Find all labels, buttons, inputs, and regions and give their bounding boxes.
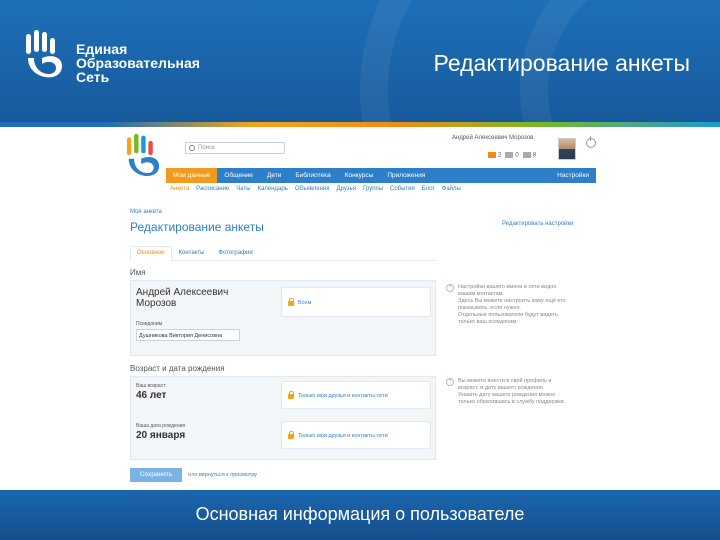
birth-label: Ваша дата рождения: [136, 423, 186, 429]
tab-contacts[interactable]: Контакты: [172, 246, 212, 260]
lock-icon: [288, 431, 294, 439]
hand-logo-icon[interactable]: [120, 132, 166, 182]
cancel-prefix: или: [188, 472, 198, 478]
footer-caption: Основная информация о пользователе: [195, 504, 525, 524]
pseudonym-input[interactable]: Душникова Виктория Денисовна: [136, 329, 240, 341]
question-icon: ?: [446, 284, 454, 292]
cancel-text: или вернуться к просмотру: [188, 472, 257, 478]
edit-settings-link[interactable]: Редактировать настройки: [502, 221, 574, 227]
subnav-calendar[interactable]: Календарь: [258, 186, 288, 192]
name-privacy-select[interactable]: Всем: [298, 300, 311, 306]
logo-line: Сеть: [76, 69, 110, 85]
lock-icon: [288, 298, 294, 306]
app-screenshot: Поиск Андрей Алексеевич Морозов 2 0 8 Мо…: [118, 128, 602, 490]
profile-tabs: Основное Контакты Фотографии: [130, 246, 436, 261]
search-placeholder: Поиск: [198, 145, 215, 151]
help-age: ? Вы можете внести в свой профиль и возр…: [446, 378, 586, 406]
friends-counter[interactable]: 0: [505, 152, 519, 159]
help-text: Настройки вашего имени в сети видно: [458, 284, 557, 290]
subnav-files[interactable]: Файлы: [442, 186, 461, 192]
name-panel: Андрей Алексеевич Морозов Псевдоним Душн…: [130, 280, 436, 356]
hand-logo-icon: [26, 30, 62, 78]
envelope-icon: [488, 152, 496, 158]
nav-communication[interactable]: Общение: [217, 168, 260, 183]
counter-value: 0: [515, 152, 519, 159]
counter-value: 2: [498, 152, 502, 159]
logo-line: Образовательная: [76, 55, 200, 71]
age-value: 46 лет: [136, 390, 167, 401]
nav-settings[interactable]: Настройки: [550, 168, 596, 183]
help-text: только обратившись в службу поддержки.: [458, 399, 566, 405]
full-name-line: Морозов: [136, 298, 177, 309]
birth-privacy-box: Только мои друзья и контакты сети: [281, 421, 431, 449]
subnav-profile[interactable]: Анкета: [170, 186, 189, 192]
name-privacy-box: Всем: [281, 287, 431, 317]
power-icon[interactable]: [586, 136, 596, 148]
counter-value: 8: [532, 152, 537, 159]
help-text: Здесь Вы можете настроить кому ещё его: [458, 298, 566, 304]
age-privacy-box: Только мои друзья и контакты сети: [281, 381, 431, 409]
nav-my-data[interactable]: Мои данные: [166, 168, 218, 183]
birth-value: 20 января: [136, 430, 186, 441]
help-text: показывать, если нужно.: [458, 305, 522, 311]
age-panel: Ваш возраст 46 лет Только мои друзья и к…: [130, 376, 436, 460]
subnav-chats[interactable]: Чаты: [236, 186, 250, 192]
main-nav: Мои данные Общение Дети Библиотека Конку…: [166, 168, 596, 183]
breadcrumb[interactable]: Моя анкета: [130, 209, 162, 215]
search-icon: [189, 145, 195, 151]
subnav-friends[interactable]: Друзья: [337, 186, 356, 192]
cancel-link[interactable]: вернуться к просмотру: [199, 472, 257, 478]
help-text: Указать дату вашего рождения можно: [458, 392, 556, 398]
age-privacy-select[interactable]: Только мои друзья и контакты сети: [298, 393, 388, 399]
help-text: Отдельные пользователи будут видеть: [458, 312, 558, 318]
question-icon: ?: [446, 378, 454, 386]
subnav-groups[interactable]: Группы: [363, 186, 383, 192]
sub-nav: Анкета Расписание Чаты Календарь Объявле…: [170, 186, 461, 192]
lock-icon: [288, 391, 294, 399]
nav-children[interactable]: Дети: [260, 168, 288, 183]
full-name: Андрей Алексеевич Морозов: [136, 287, 228, 309]
age-label: Ваш возраст: [136, 383, 166, 389]
save-button[interactable]: Сохранить: [130, 468, 182, 482]
slide-title: Редактирование анкеты: [433, 50, 690, 76]
people-icon: [505, 152, 514, 158]
tab-photos[interactable]: Фотографии: [211, 246, 259, 260]
subnav-events[interactable]: События: [390, 186, 415, 192]
user-name-link[interactable]: Андрей Алексеевич Морозов: [452, 135, 533, 141]
section-label-name: Имя: [130, 268, 146, 277]
messages-counter[interactable]: 2: [488, 152, 501, 159]
calendar-icon: [522, 152, 531, 158]
subnav-announcements[interactable]: Объявления: [295, 186, 330, 192]
birth-privacy-select[interactable]: Только мои друзья и контакты сети: [298, 433, 388, 439]
events-counter[interactable]: 8: [522, 152, 537, 159]
avatar[interactable]: [558, 138, 576, 160]
section-label-age: Возраст и дата рождения: [130, 364, 225, 373]
pseudonym-label: Псевдоним: [136, 321, 163, 327]
nav-library[interactable]: Библиотека: [288, 168, 337, 183]
help-text: возраст, и дату вашего рождения.: [458, 385, 545, 391]
help-name: ? Настройки вашего имени в сети видно ва…: [446, 284, 586, 326]
notification-counters: 2 0 8: [488, 152, 536, 159]
search-input[interactable]: Поиск: [185, 142, 285, 154]
subnav-schedule[interactable]: Расписание: [196, 186, 229, 192]
help-text: вашим контактам.: [458, 291, 505, 297]
logo-line: Единая: [76, 41, 128, 57]
subnav-blog[interactable]: Блог: [422, 186, 435, 192]
help-text: только ваш псевдоним.: [458, 319, 518, 325]
nav-apps[interactable]: Приложения: [380, 168, 432, 183]
logo-text: Единая Образовательная Сеть: [76, 42, 200, 84]
help-text: Вы можете внести в свой профиль и: [458, 378, 552, 384]
page-title: Редактирование анкеты: [130, 220, 264, 234]
slide-header: Единая Образовательная Сеть Редактирован…: [0, 0, 720, 122]
tab-main[interactable]: Основное: [130, 246, 172, 261]
color-stripe: [0, 122, 720, 127]
slide-footer: Основная информация о пользователе: [0, 490, 720, 540]
full-name-line: Андрей Алексеевич: [136, 287, 229, 298]
nav-contests[interactable]: Конкурсы: [338, 168, 381, 183]
